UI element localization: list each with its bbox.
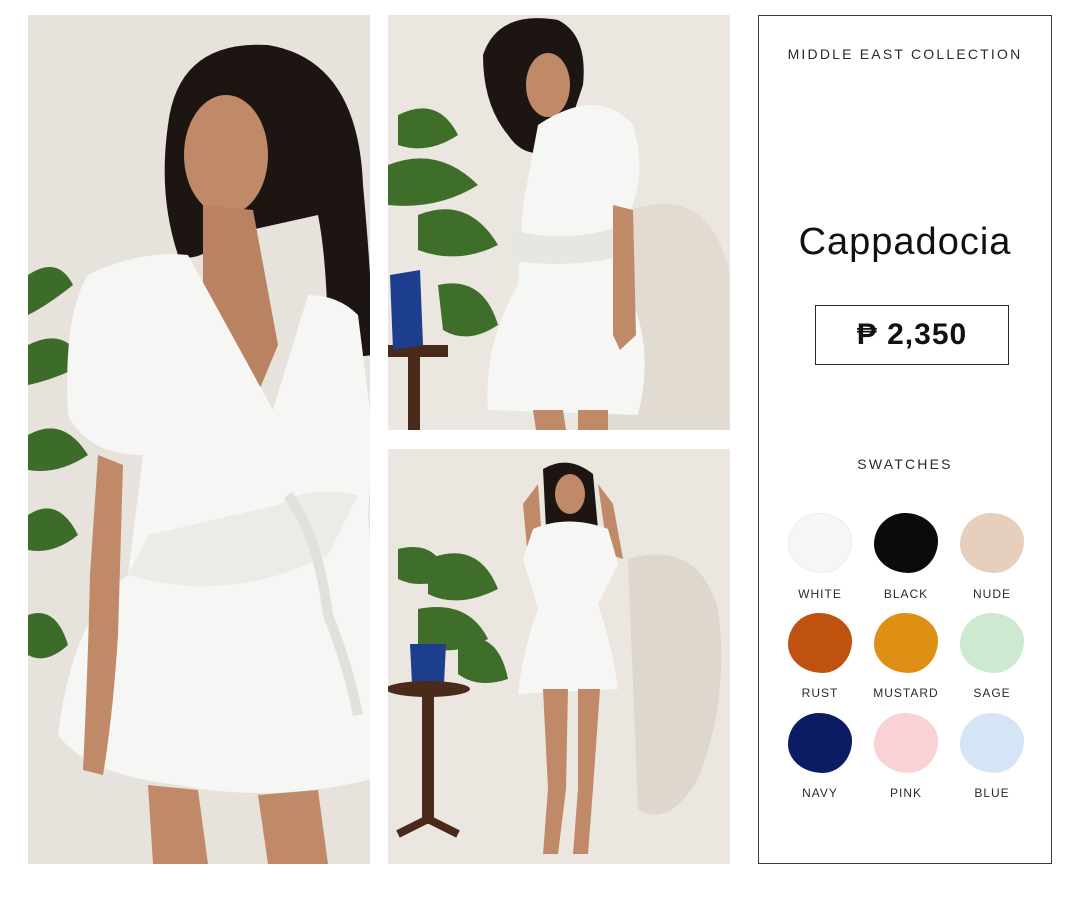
swatch-nude[interactable]: NUDE [949, 513, 1035, 613]
color-dot [874, 713, 938, 773]
swatch-pink[interactable]: PINK [863, 713, 949, 813]
swatch-label: WHITE [798, 587, 842, 601]
swatch-white[interactable]: WHITE [777, 513, 863, 613]
swatch-label: PINK [889, 786, 922, 800]
swatch-navy[interactable]: NAVY [777, 713, 863, 813]
swatch-sage[interactable]: SAGE [949, 613, 1035, 713]
product-photo-main [28, 15, 370, 864]
swatch-blue[interactable]: BLUE [949, 713, 1035, 813]
product-title: Cappadocia [798, 221, 1012, 263]
color-dot [960, 613, 1024, 673]
price-tag: ₱ 2,350 [815, 305, 1009, 365]
product-photo-full [388, 449, 730, 864]
swatch-label: NAVY [802, 786, 838, 800]
color-dot [960, 713, 1024, 773]
color-dot [788, 513, 852, 573]
swatch-label: MUSTARD [873, 686, 939, 700]
swatch-label: RUST [801, 686, 839, 700]
swatch-label: BLACK [883, 587, 929, 601]
swatch-label: NUDE [972, 587, 1011, 601]
swatch-label: BLUE [974, 786, 1010, 800]
color-dot [960, 513, 1024, 573]
color-dot [874, 613, 938, 673]
model-photo-illustration [388, 449, 730, 864]
product-photo-side [388, 15, 730, 430]
model-photo-illustration [28, 15, 370, 864]
swatch-label: SAGE [973, 686, 1011, 700]
color-dot [874, 513, 938, 573]
color-dot [788, 613, 852, 673]
swatch-rust[interactable]: RUST [777, 613, 863, 713]
color-dot [788, 713, 852, 773]
swatches-heading: SWATCHES [857, 456, 953, 472]
product-info-panel: MIDDLE EAST COLLECTION Cappadocia ₱ 2,35… [758, 15, 1052, 864]
swatch-black[interactable]: BLACK [863, 513, 949, 613]
swatch-mustard[interactable]: MUSTARD [863, 613, 949, 713]
swatch-grid: WHITE BLACK NUDE RUST MUSTARD SAGE NAVY [777, 513, 1035, 813]
collection-name: MIDDLE EAST COLLECTION [787, 46, 1023, 62]
model-photo-illustration [388, 15, 730, 430]
